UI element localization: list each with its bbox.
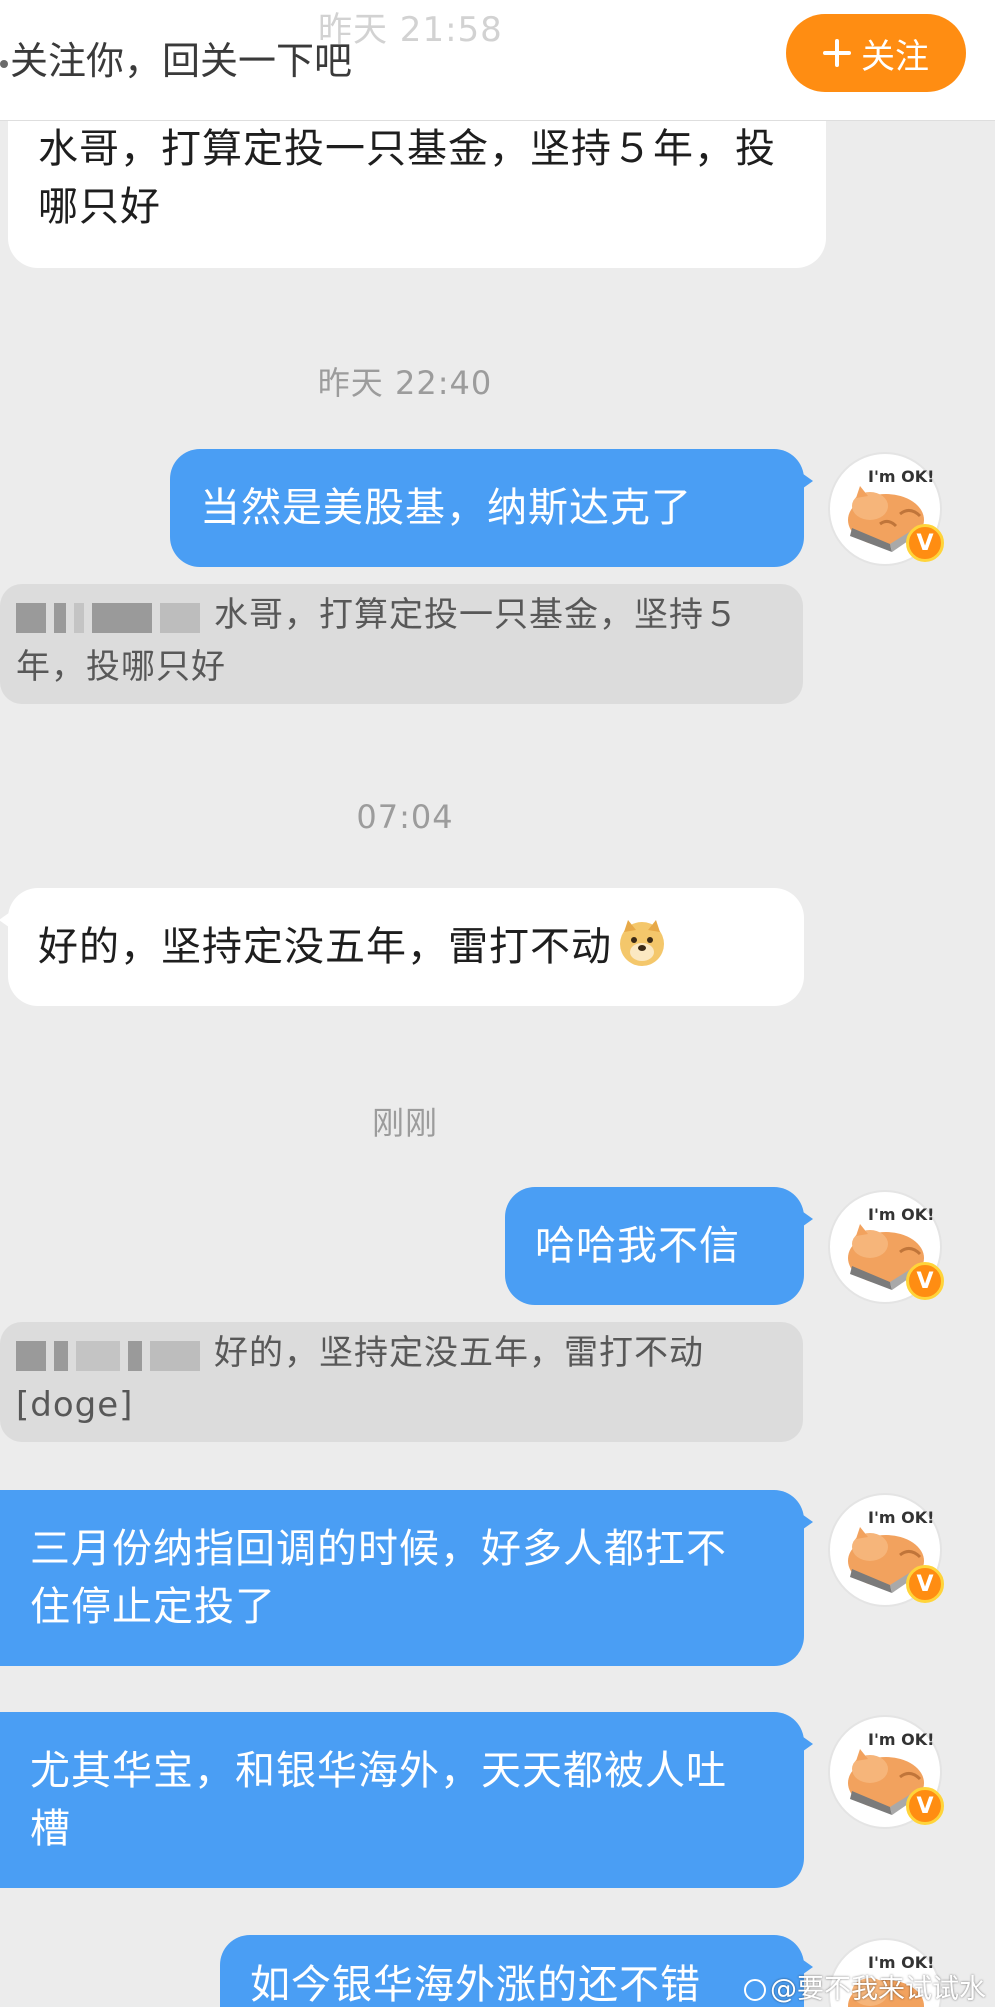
verified-badge-icon: V <box>906 1787 944 1825</box>
doge-emoji-icon <box>620 920 664 966</box>
verified-badge-icon: V <box>906 1565 944 1603</box>
message-bubble-outgoing[interactable]: 当然是美股基，纳斯达克了 <box>170 449 813 567</box>
timestamp: 刚刚 <box>371 1104 438 1142</box>
follow-button[interactable]: 关注 <box>786 14 966 92</box>
svg-text:I'm OK!: I'm OK! <box>868 1508 934 1527</box>
follow-button-label: 关注 <box>861 36 929 77</box>
message-bubble-outgoing[interactable]: 哈哈我不信 <box>505 1187 813 1305</box>
chat-screen: 昨天 21:58 关注你，回关一下吧 关注 水哥，打算定投一只基金，坚持５年，投… <box>0 0 995 2007</box>
message-bubble-outgoing[interactable]: 尤其华宝，和银华海外，天天都被人吐槽 <box>0 1712 813 1888</box>
message-text: 水哥，打算定投一只基金，坚持５年，投哪只好 <box>38 126 776 230</box>
message-bubble-outgoing[interactable]: 三月份纳指回调的时候，好多人都扛不住停止定投了 <box>0 1490 813 1666</box>
message-text: 三月份纳指回调的时候，好多人都扛不住停止定投了 <box>30 1526 727 1630</box>
svg-text:I'm OK!: I'm OK! <box>868 1205 934 1224</box>
message-text: 哈哈我不信 <box>535 1223 740 1269</box>
avatar[interactable]: I'm OK! V <box>828 1190 944 1304</box>
message-bubble-incoming[interactable]: 水哥，打算定投一只基金，坚持５年，投哪只好 <box>8 96 826 268</box>
message-text: 当然是美股基，纳斯达克了 <box>200 485 692 531</box>
svg-text:I'm OK!: I'm OK! <box>868 467 934 486</box>
message-bubble-outgoing[interactable]: 如今银华海外涨的还不错 <box>220 1935 813 2007</box>
avatar[interactable]: I'm OK! V <box>828 1715 944 1829</box>
top-bar: 昨天 21:58 关注你，回关一下吧 关注 <box>0 0 995 121</box>
follow-prompt-label: 关注你，回关一下吧 <box>10 39 353 83</box>
message-bubble-incoming[interactable]: 好的，坚持定没五年，雷打不动 <box>0 888 804 1006</box>
timestamp: 昨天 22:40 <box>317 364 493 402</box>
quoted-message: 好的，坚持定没五年，雷打不动[doge] <box>0 1322 803 1442</box>
weibo-logo-icon <box>744 1979 766 2001</box>
verified-badge-icon: V <box>906 1262 944 1300</box>
quoted-message: 水哥，打算定投一只基金，坚持５年，投哪只好 <box>0 584 803 704</box>
blurred-username <box>16 592 208 642</box>
message-text: 尤其华宝，和银华海外，天天都被人吐槽 <box>30 1748 727 1852</box>
blurred-username <box>16 1330 208 1380</box>
avatar[interactable]: I'm OK! V <box>828 452 944 566</box>
message-text: 好的，坚持定没五年，雷打不动 <box>38 924 612 970</box>
watermark: @要不我来试试水 <box>744 1967 986 2006</box>
follow-prompt-text: 关注你，回关一下吧 <box>0 30 352 85</box>
plus-icon <box>823 39 851 67</box>
watermark-text: @要不我来试试水 <box>770 1974 986 2005</box>
verified-badge-icon: V <box>906 524 944 562</box>
message-text: 如今银华海外涨的还不错 <box>250 1962 701 2007</box>
avatar[interactable]: I'm OK! V <box>828 1493 944 1607</box>
svg-text:I'm OK!: I'm OK! <box>868 1730 934 1749</box>
timestamp: 07:04 <box>356 798 454 836</box>
